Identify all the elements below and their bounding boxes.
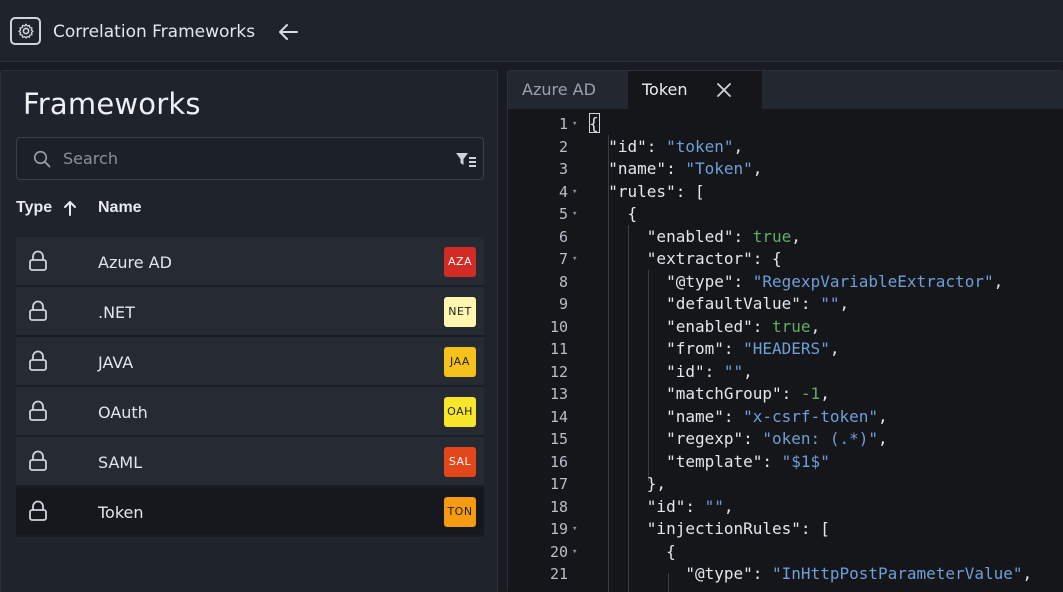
framework-name: Azure AD [98,253,172,272]
back-arrow-icon[interactable] [276,20,300,44]
line-number: 14 [549,407,568,426]
code-line: "enabled": true, [589,226,801,246]
code-line: { [589,204,638,223]
fold-toggle-icon[interactable]: ▾ [572,541,577,563]
framework-name: OAuth [98,403,148,422]
line-number: 8 [558,272,568,291]
fold-toggle-icon[interactable]: ▾ [572,203,577,225]
code-line: { [589,541,676,561]
table-row[interactable]: .NET NET [16,287,484,337]
fold-toggle-icon[interactable]: ▾ [572,518,577,540]
panel-title: Frameworks [23,87,201,121]
code-line: }, [589,474,667,493]
json-editor[interactable]: 1 ▾{2 "id": "token", 3 "name": "Token", 4 ▾ … [508,109,1063,592]
framework-badge: OAH [444,397,476,427]
line-number: 1 [558,115,568,133]
frameworks-panel: Frameworks Type Name Azure AD AZA .NET [0,70,498,592]
text-cursor [589,113,600,133]
code-line: "id": "", [589,496,734,516]
code-line: "regexp": "oken: (.*)", [589,429,888,448]
table-row[interactable]: JAVA JAA [16,337,484,387]
table-row[interactable]: OAuth OAH [16,387,484,437]
line-number: 2 [558,137,568,156]
line-number: 17 [549,475,568,493]
column-header-name[interactable]: Name [98,199,142,217]
framework-badge: AZA [444,247,476,277]
lock-icon [29,450,47,471]
tab-label: Azure AD [522,80,596,99]
line-number: 19 [549,520,568,538]
fold-toggle-icon[interactable]: ▾ [572,113,577,135]
line-number: 5 [558,205,568,223]
tab-label: Token [642,80,688,99]
code-line: "injectionRules": [ [589,519,830,538]
line-number: 16 [549,452,568,471]
fold-toggle-icon[interactable]: ▾ [572,248,577,270]
code-line: "name": "x-csrf-token", [589,406,888,426]
line-number: 7 [558,250,568,268]
code-line: "enabled": true, [589,316,821,336]
code-line: "matchGroup": -1, [589,384,830,403]
framework-name: JAVA [98,353,134,372]
code-line: "defaultValue": "", [589,294,850,313]
close-icon[interactable] [716,82,732,98]
search-input[interactable] [63,146,443,171]
table-row[interactable]: Azure AD AZA [16,237,484,287]
table-header: Type Name [16,199,484,221]
app-title: Correlation Frameworks [53,22,256,42]
line-number: 11 [549,340,568,358]
editor-tabs: Azure AD Token [508,71,1063,109]
line-number: 12 [549,362,568,381]
lock-icon [29,300,47,321]
search-box [16,137,484,180]
framework-badge: JAA [444,347,476,377]
framework-name: SAML [98,453,143,472]
code-line: "@type": "InHttpPostParameterValue", [589,564,1033,583]
frameworks-list: Azure AD AZA .NET NET JAVA JAA OAuth OAH… [16,237,484,537]
fold-toggle-icon[interactable]: ▾ [572,181,577,203]
column-header-type[interactable]: Type [16,199,52,217]
line-number: 9 [558,295,568,313]
line-number: 13 [549,385,568,403]
code-line: "@type": "RegexpVariableExtractor", [589,271,1004,291]
table-row[interactable]: Token TON [16,487,484,537]
code-line: "id": "", [589,361,753,381]
framework-badge: TON [444,497,476,527]
top-bar: Correlation Frameworks [0,0,1063,62]
filter-list-icon[interactable] [455,151,477,169]
code-line: "template": "$1$" [589,451,830,471]
line-number: 21 [549,565,568,583]
framework-settings-icon [10,17,41,45]
line-number: 10 [549,317,568,336]
editor-panel: Azure AD Token 1 ▾{2 "id": "token", 3 "nam… [507,70,1063,592]
sort-ascending-icon[interactable] [63,200,77,216]
code-line: "from": "HEADERS", [589,339,840,358]
line-number: 18 [549,497,568,516]
code-line: "name": "Token", [589,159,763,178]
lock-icon [29,350,47,371]
line-number: 20 [549,542,568,561]
line-number: 6 [558,227,568,246]
tab-azure-ad[interactable]: Azure AD [508,71,628,109]
lock-icon [29,500,47,521]
lock-icon [29,250,47,271]
framework-name: .NET [98,303,135,322]
framework-name: Token [98,503,144,522]
table-row[interactable]: SAML SAL [16,437,484,487]
code-line: "rules": [ [589,181,705,201]
line-number: 15 [549,430,568,448]
code-line: "extractor": { [589,249,782,268]
line-number: 4 [558,182,568,201]
search-icon [33,150,51,168]
framework-badge: SAL [444,447,476,477]
line-number: 3 [558,160,568,178]
code-line: "id": "token", [589,136,744,156]
framework-badge: NET [444,297,476,327]
lock-icon [29,400,47,421]
tab-token[interactable]: Token [628,71,762,109]
